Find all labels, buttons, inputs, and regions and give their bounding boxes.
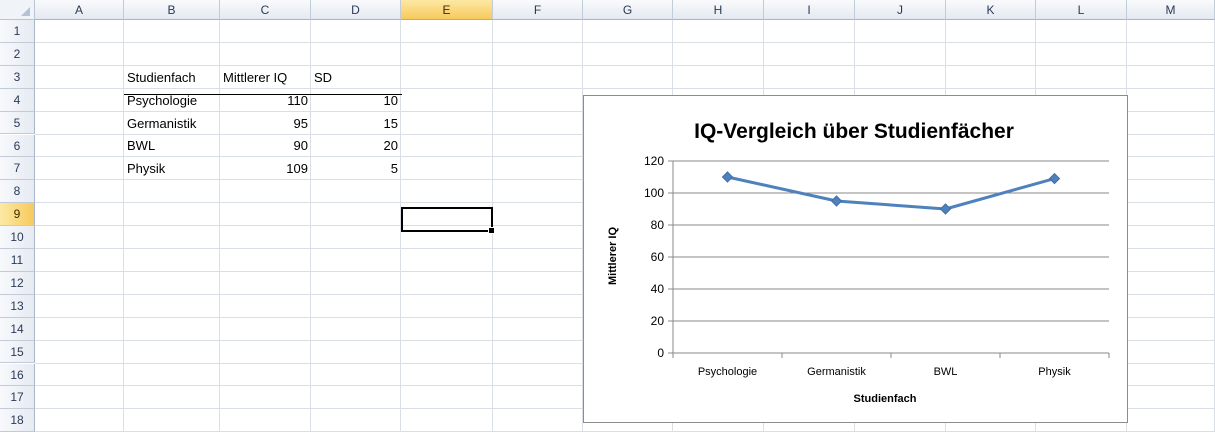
- x-tick-label: Physik: [1038, 366, 1071, 378]
- row-header-11[interactable]: 11: [0, 249, 35, 272]
- y-tick-label: 120: [644, 154, 664, 168]
- y-tick-label: 40: [651, 282, 665, 296]
- y-tick-label: 60: [651, 250, 665, 264]
- column-header-b[interactable]: B: [124, 0, 220, 20]
- fill-handle[interactable]: [488, 227, 495, 234]
- table-cell[interactable]: 5: [311, 157, 401, 180]
- row-header-13[interactable]: 13: [0, 294, 35, 318]
- x-axis-title: Studienfach: [854, 393, 917, 405]
- line-chart[interactable]: IQ-Vergleich über Studienfächer Mittlere…: [583, 95, 1128, 423]
- x-tick-label: Germanistik: [807, 366, 866, 378]
- column-header-e[interactable]: E: [401, 0, 493, 20]
- select-all-corner[interactable]: [0, 0, 35, 20]
- column-header-g[interactable]: G: [583, 0, 673, 20]
- row-header-3[interactable]: 3: [0, 65, 35, 89]
- row-header-4[interactable]: 4: [0, 88, 35, 112]
- table-cell[interactable]: 10: [311, 89, 401, 112]
- row-header-12[interactable]: 12: [0, 271, 35, 295]
- row-header-10[interactable]: 10: [0, 226, 35, 249]
- data-point-marker: [1048, 172, 1061, 185]
- table-cell[interactable]: Physik: [124, 157, 220, 180]
- table-header-cell[interactable]: SD: [311, 66, 401, 89]
- table-cell[interactable]: BWL: [124, 135, 220, 158]
- column-header-i[interactable]: I: [764, 0, 855, 20]
- column-header-k[interactable]: K: [946, 0, 1036, 20]
- row-header-6[interactable]: 6: [0, 134, 35, 158]
- column-header-d[interactable]: D: [311, 0, 401, 20]
- data-point-marker: [939, 203, 952, 215]
- row-header-15[interactable]: 15: [0, 340, 35, 364]
- row-header-14[interactable]: 14: [0, 317, 35, 341]
- table-cell[interactable]: Germanistik: [124, 112, 220, 135]
- y-tick-label: 20: [651, 314, 665, 328]
- row-header-7[interactable]: 7: [0, 157, 35, 181]
- y-tick-label: 0: [657, 346, 664, 360]
- grid-row-line: [35, 41, 1215, 43]
- row-header-17[interactable]: 17: [0, 386, 35, 410]
- column-header-c[interactable]: C: [220, 0, 311, 20]
- chart-title: IQ-Vergleich über Studienfächer: [694, 120, 1014, 143]
- row-header-5[interactable]: 5: [0, 111, 35, 135]
- table-cell[interactable]: 90: [220, 135, 311, 158]
- x-tick-label: BWL: [934, 366, 958, 378]
- column-header-m[interactable]: M: [1127, 0, 1215, 20]
- table-cell[interactable]: 20: [311, 135, 401, 158]
- data-point-marker: [721, 171, 734, 183]
- row-header-8[interactable]: 8: [0, 180, 35, 204]
- table-cell[interactable]: 95: [220, 112, 311, 135]
- y-tick-label: 80: [651, 218, 665, 232]
- row-header-1[interactable]: 1: [0, 20, 35, 43]
- row-header-18[interactable]: 18: [0, 409, 35, 432]
- table-header-cell[interactable]: Mittlerer IQ: [220, 66, 311, 89]
- table-cell[interactable]: 15: [311, 112, 401, 135]
- row-header-9[interactable]: 9: [0, 203, 35, 227]
- row-header-16[interactable]: 16: [0, 363, 35, 387]
- y-axis-title: Mittlerer IQ: [607, 227, 619, 286]
- chart-svg: IQ-Vergleich über Studienfächer Mittlere…: [607, 120, 1110, 405]
- table-cell[interactable]: Psychologie: [124, 89, 220, 112]
- active-cell-selection[interactable]: [401, 207, 495, 234]
- table-cell[interactable]: 109: [220, 157, 311, 180]
- column-header-l[interactable]: L: [1036, 0, 1127, 20]
- column-header-a[interactable]: A: [35, 0, 124, 20]
- column-header-f[interactable]: F: [493, 0, 583, 20]
- x-tick-label: Psychologie: [698, 366, 757, 378]
- table-cell[interactable]: 110: [220, 89, 311, 112]
- y-tick-label: 100: [644, 186, 664, 200]
- header-underline: [124, 94, 402, 95]
- data-point-marker: [830, 195, 843, 207]
- column-header-j[interactable]: J: [855, 0, 946, 20]
- column-header-h[interactable]: H: [673, 0, 764, 20]
- row-header-2[interactable]: 2: [0, 42, 35, 66]
- table-header-cell[interactable]: Studienfach: [124, 66, 220, 89]
